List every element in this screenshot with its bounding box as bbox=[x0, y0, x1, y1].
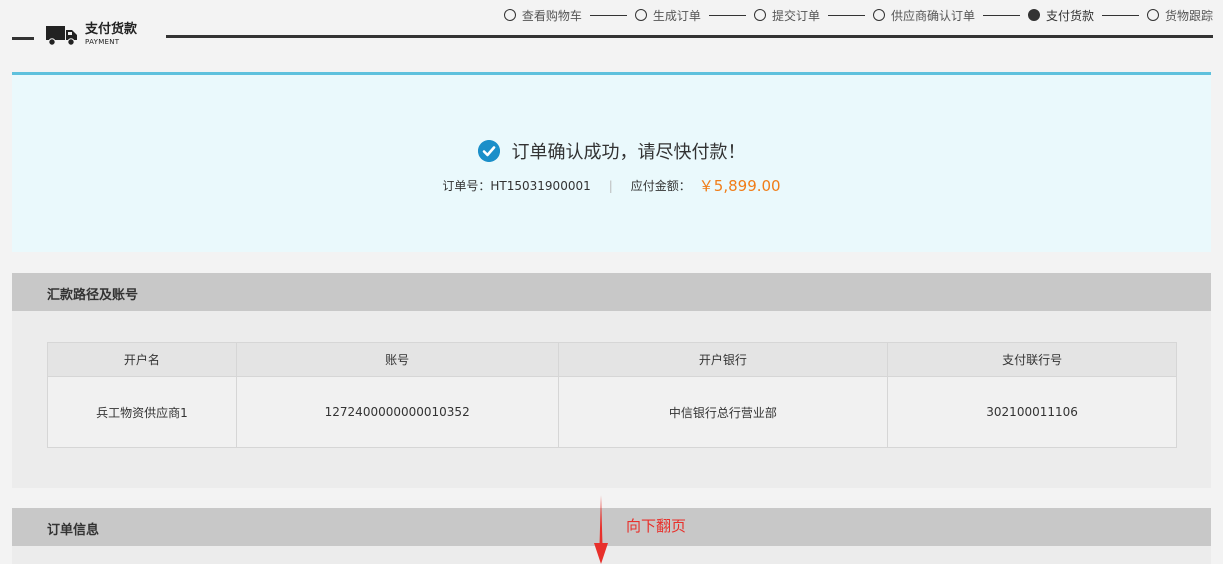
table-header-row: 开户名 账号 开户银行 支付联行号 bbox=[47, 342, 1177, 377]
step-payment[interactable]: 支付货款 bbox=[1027, 7, 1094, 24]
col-account-name: 开户名 bbox=[47, 342, 237, 377]
order-info-title: 订单信息 bbox=[47, 523, 100, 538]
step-connector bbox=[1101, 14, 1139, 16]
step-circle-icon bbox=[634, 9, 647, 21]
step-circle-icon bbox=[753, 9, 766, 21]
step-circle-icon bbox=[1146, 9, 1159, 21]
progress-steps: 查看购物车 生成订单 提交订单 供应商确认订单 支付货款 货物跟踪 bbox=[503, 7, 1213, 24]
order-info-section-header: 订单信息 bbox=[12, 508, 1211, 546]
step-view-cart[interactable]: 查看购物车 bbox=[503, 7, 582, 24]
brand-title: 支付货款 bbox=[85, 22, 138, 37]
step-supplier-confirm[interactable]: 供应商确认订单 bbox=[872, 7, 975, 24]
success-panel: 订单确认成功，请尽快付款！ 订单号： HT15031900001 | 应付金额：… bbox=[12, 72, 1211, 252]
order-info-section-body bbox=[12, 546, 1211, 564]
step-tracking[interactable]: 货物跟踪 bbox=[1146, 7, 1213, 24]
section-brand: 支付货款 PAYMENT bbox=[46, 22, 137, 52]
truck-icon bbox=[46, 26, 77, 46]
header-rule bbox=[166, 35, 1213, 38]
scroll-down-annotation: 向下翻页 bbox=[626, 517, 687, 535]
success-message: 订单确认成功，请尽快付款！ bbox=[511, 142, 746, 163]
cell-account-name: 兵工物资供应商1 bbox=[47, 376, 237, 448]
remittance-title: 汇款路径及账号 bbox=[47, 288, 139, 303]
step-submit-order[interactable]: 提交订单 bbox=[753, 7, 820, 24]
step-label: 提交订单 bbox=[771, 8, 820, 23]
cell-bank: 中信银行总行营业部 bbox=[557, 376, 889, 448]
page-header: 支付货款 PAYMENT 查看购物车 生成订单 提交订单 供应商确认订单 支付货… bbox=[0, 0, 1223, 60]
cell-bank-code: 302100011106 bbox=[887, 376, 1177, 448]
step-generate-order[interactable]: 生成订单 bbox=[634, 7, 701, 24]
arrow-down-icon bbox=[594, 495, 608, 564]
cell-account-number: 1272400000000010352 bbox=[235, 376, 559, 448]
header-rule-left bbox=[12, 37, 34, 40]
step-circle-icon bbox=[503, 9, 516, 21]
order-summary: 订单号： HT15031900001 | 应付金额： ￥5,899.00 bbox=[12, 175, 1211, 196]
brand-subtitle: PAYMENT bbox=[85, 38, 120, 46]
success-message-row: 订单确认成功，请尽快付款！ bbox=[12, 138, 1211, 164]
col-bank: 开户银行 bbox=[557, 342, 889, 377]
step-label: 支付货款 bbox=[1045, 8, 1094, 23]
step-label: 生成订单 bbox=[652, 8, 701, 23]
step-connector bbox=[827, 14, 865, 16]
amount-due: ￥5,899.00 bbox=[698, 177, 781, 195]
order-number: HT15031900001 bbox=[490, 178, 591, 193]
divider: | bbox=[608, 178, 613, 193]
col-account-number: 账号 bbox=[235, 342, 559, 377]
order-number-label: 订单号： bbox=[442, 179, 491, 193]
remittance-table: 开户名 账号 开户银行 支付联行号 兵工物资供应商1 1272400000000… bbox=[47, 342, 1177, 448]
step-label: 供应商确认订单 bbox=[890, 8, 975, 23]
step-label: 查看购物车 bbox=[521, 8, 582, 23]
amount-label: 应付金额： bbox=[630, 179, 691, 193]
check-circle-icon bbox=[477, 140, 500, 162]
table-row: 兵工物资供应商1 1272400000000010352 中信银行总行营业部 3… bbox=[47, 376, 1177, 448]
step-connector bbox=[589, 14, 627, 16]
col-bank-code: 支付联行号 bbox=[887, 342, 1177, 377]
step-label: 货物跟踪 bbox=[1164, 8, 1213, 23]
step-connector bbox=[982, 14, 1020, 16]
remittance-section-header: 汇款路径及账号 bbox=[12, 273, 1211, 311]
step-filled-circle-icon bbox=[1027, 9, 1040, 21]
step-circle-icon bbox=[872, 9, 885, 21]
step-connector bbox=[708, 14, 746, 16]
